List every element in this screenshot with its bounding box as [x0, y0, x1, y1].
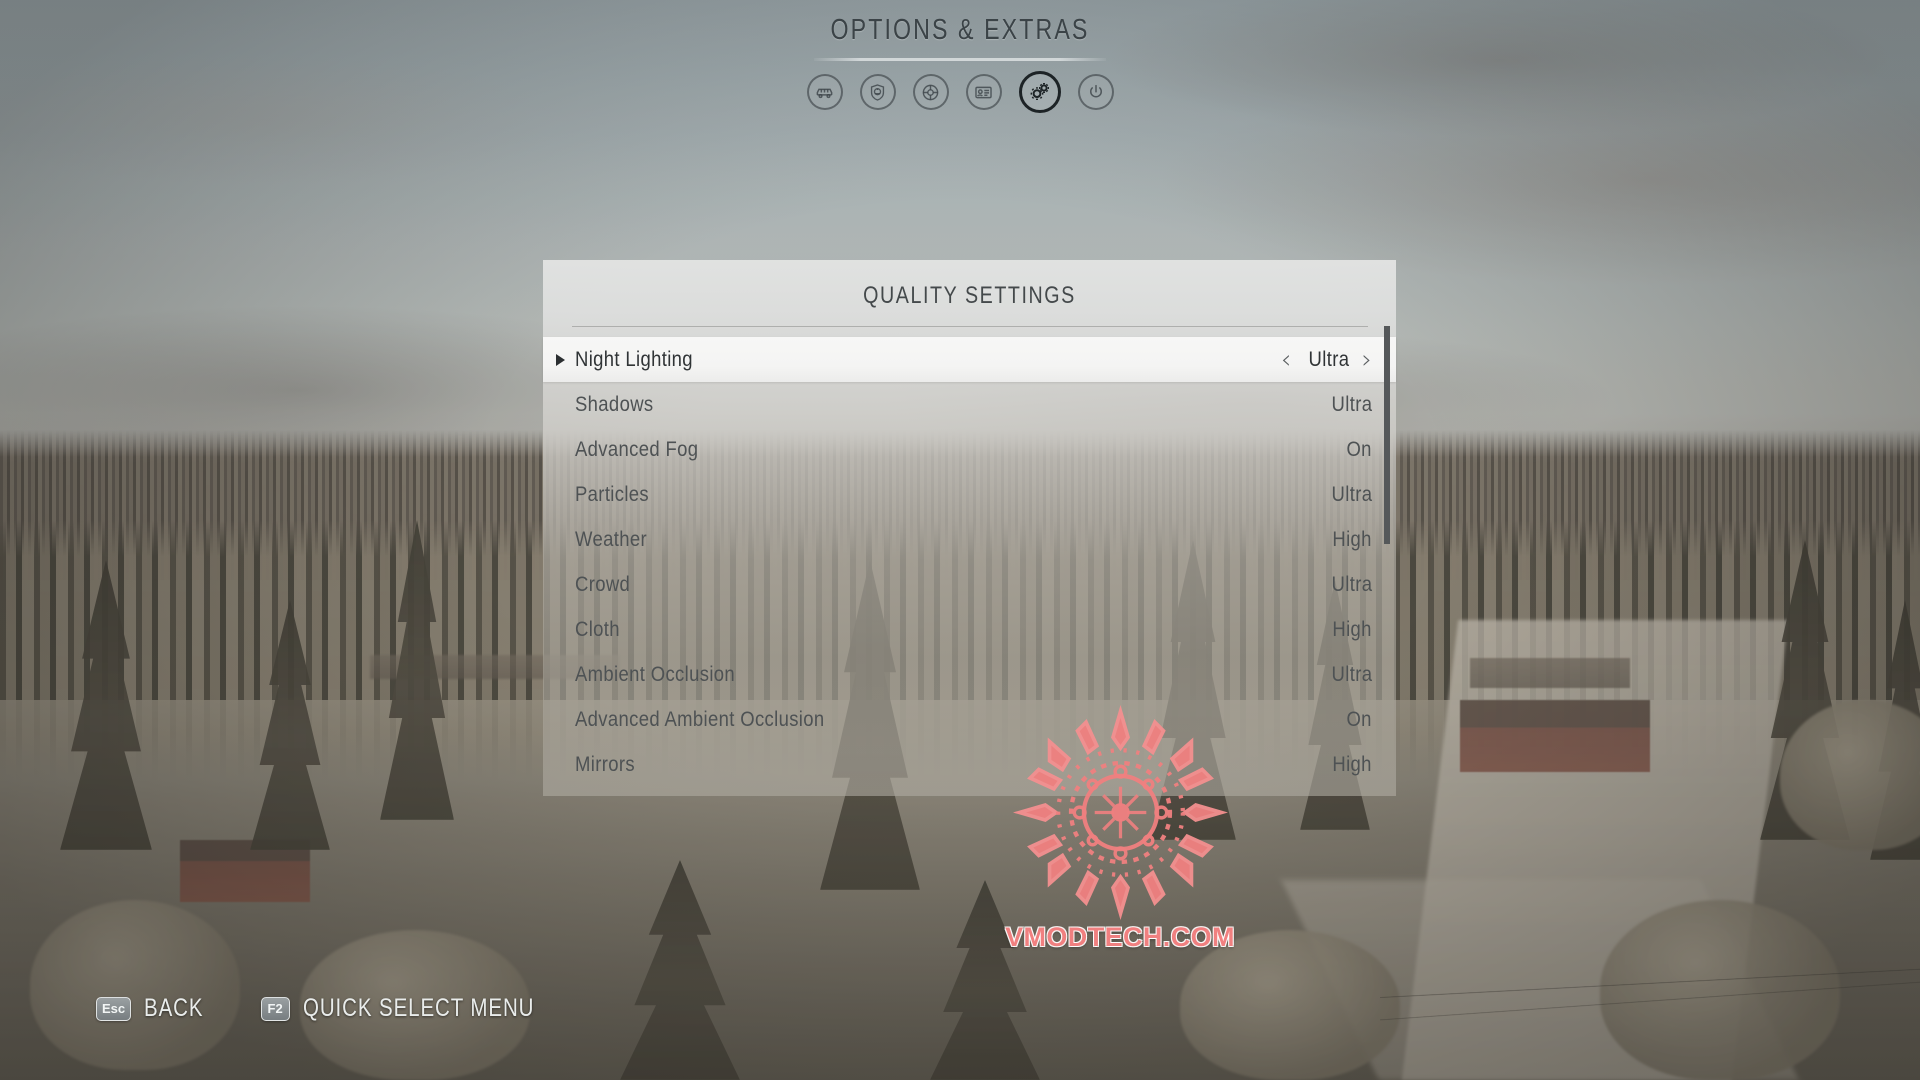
page-title: OPTIONS & EXTRAS: [830, 14, 1090, 46]
setting-row[interactable]: Ambient Occlusion ‹Ultra›: [543, 652, 1396, 697]
setting-value-control[interactable]: ‹High›: [1327, 528, 1372, 552]
key-cap: Esc: [96, 996, 132, 1021]
setting-label: Advanced Fog: [575, 437, 699, 461]
key-hint-label[interactable]: BACK: [144, 994, 203, 1023]
key-hints-bar: Esc BACK F2 QUICK SELECT MENU: [96, 994, 585, 1023]
power-lines: [1380, 940, 1920, 1030]
setting-row[interactable]: Mirrors ‹High›: [543, 742, 1396, 787]
setting-value-control[interactable]: ‹Ultra›: [1326, 573, 1372, 597]
setting-label: Night Lighting: [575, 347, 693, 371]
tab-quit[interactable]: [1077, 74, 1114, 110]
setting-label: Particles: [575, 482, 650, 506]
setting-value-control[interactable]: ‹High›: [1327, 753, 1372, 777]
car-icon: [815, 83, 834, 102]
scrollbar-thumb[interactable]: [1384, 326, 1390, 544]
key-hint-label[interactable]: QUICK SELECT MENU: [303, 994, 534, 1023]
setting-value-control[interactable]: ‹Ultra›: [1326, 393, 1372, 417]
setting-value: On: [1346, 437, 1372, 461]
tab-driver[interactable]: [859, 74, 896, 110]
red-barn: [1460, 700, 1650, 772]
setting-label: Cloth: [575, 617, 620, 641]
game-options-screen: OPTIONS & EXTRAS QUALITY SETTINGS Night …: [0, 0, 1920, 1080]
panel-divider: [571, 326, 1368, 327]
category-tab-bar: [0, 71, 1920, 113]
setting-value: High: [1332, 527, 1372, 551]
setting-row[interactable]: Shadows ‹Ultra›: [543, 382, 1396, 427]
setting-row[interactable]: Night Lighting ‹ Ultra ›: [543, 337, 1396, 382]
setting-label: Ambient Occlusion: [575, 662, 736, 686]
profile-card-icon: [974, 83, 993, 102]
selection-marker-icon: [556, 353, 565, 366]
setting-label: Crowd: [575, 572, 631, 596]
chevron-right-icon[interactable]: ›: [1362, 347, 1372, 373]
setting-value-control[interactable]: ‹Ultra›: [1326, 663, 1372, 687]
key-cap: F2: [260, 996, 290, 1021]
setting-row[interactable]: Weather ‹High›: [543, 517, 1396, 562]
setting-label: Advanced Ambient Occlusion: [575, 707, 825, 731]
setting-label: Shadows: [575, 392, 654, 416]
setting-value-control[interactable]: ‹ Ultra ›: [1281, 347, 1372, 373]
setting-row[interactable]: Particles ‹Ultra›: [543, 472, 1396, 517]
chevron-left-icon[interactable]: ‹: [1281, 347, 1291, 373]
setting-value: Ultra: [1331, 482, 1372, 506]
setting-value: On: [1346, 707, 1372, 731]
setting-value: High: [1332, 752, 1372, 776]
tab-settings[interactable]: [1018, 71, 1061, 113]
settings-list: Night Lighting‹Ultra›Shadows‹Ultra›Advan…: [543, 337, 1396, 787]
setting-value: Ultra: [1308, 347, 1350, 371]
helmet-shield-icon: [868, 83, 887, 102]
setting-value: Ultra: [1331, 662, 1372, 686]
setting-row[interactable]: Advanced Fog ‹On›: [543, 427, 1396, 472]
foliage: [1180, 930, 1400, 1080]
panel-title: QUALITY SETTINGS: [863, 282, 1076, 309]
options-header: OPTIONS & EXTRAS: [0, 14, 1920, 113]
tab-car[interactable]: [806, 74, 843, 110]
setting-value: High: [1332, 617, 1372, 641]
setting-value-control[interactable]: ‹Ultra›: [1326, 483, 1372, 507]
foliage: [30, 900, 240, 1070]
tab-profile[interactable]: [965, 74, 1002, 110]
shed: [1470, 658, 1630, 688]
header-divider: [814, 58, 1106, 61]
gears-icon: [1028, 80, 1052, 104]
setting-value-control[interactable]: ‹On›: [1343, 708, 1372, 732]
setting-value-control[interactable]: ‹On›: [1343, 438, 1372, 462]
setting-value-control[interactable]: ‹High›: [1327, 618, 1372, 642]
power-icon: [1087, 83, 1105, 101]
setting-row[interactable]: Cloth ‹High›: [543, 607, 1396, 652]
setting-value: Ultra: [1331, 392, 1372, 416]
setting-label: Weather: [575, 527, 647, 551]
setting-label: Mirrors: [575, 752, 635, 776]
wheel-icon: [921, 83, 940, 102]
setting-row[interactable]: Crowd ‹Ultra›: [543, 562, 1396, 607]
setting-value: Ultra: [1331, 572, 1372, 596]
setting-row[interactable]: Advanced Ambient Occlusion ‹On›: [543, 697, 1396, 742]
tab-wheel[interactable]: [912, 74, 949, 110]
quality-settings-panel: QUALITY SETTINGS Night Lighting ‹ Ultra › Sh…: [543, 260, 1396, 796]
